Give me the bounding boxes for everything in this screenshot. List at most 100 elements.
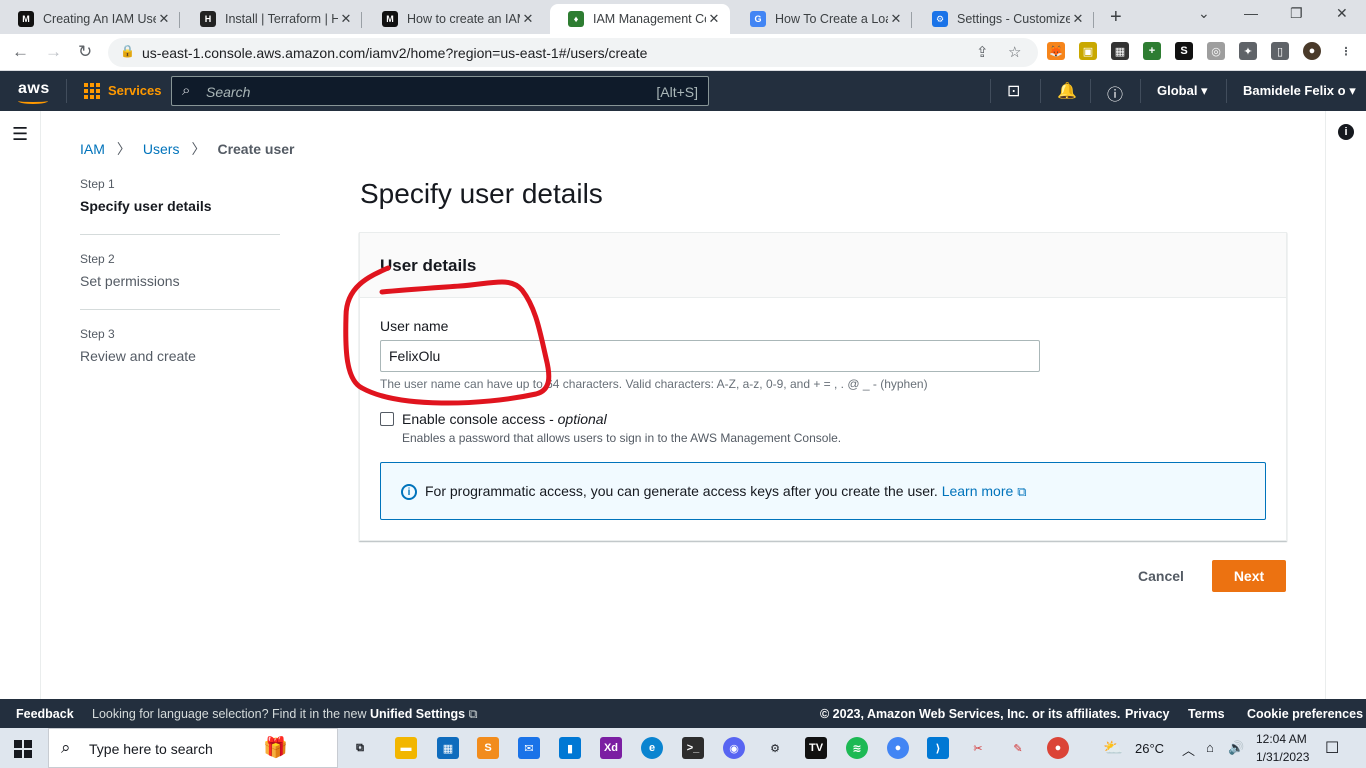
app-icon[interactable]: ▮ [559,737,581,759]
close-tab-icon[interactable]: ✕ [706,11,722,27]
close-window-icon[interactable]: ✕ [1336,5,1348,22]
username-label: User name [380,318,449,334]
programmatic-access-info-alert: i For programmatic access, you can gener… [380,462,1266,520]
extension-icon[interactable]: ◎ [1207,42,1225,60]
browser-tab[interactable]: H Install | Terraform | HashiCorp ✕ [182,4,362,34]
console-access-checkbox[interactable] [380,412,394,426]
windows-start-icon[interactable] [14,740,32,758]
chrome-profile-icon[interactable]: ● [1047,737,1069,759]
username-input[interactable] [380,340,1040,372]
edge-icon[interactable]: e [641,737,663,759]
clock-time[interactable]: 12:04 AM [1256,732,1307,746]
close-tab-icon[interactable]: ✕ [156,11,172,27]
cloudshell-icon[interactable]: ⊡ [1007,81,1020,101]
services-menu[interactable]: Services [108,83,162,98]
notification-center-icon[interactable]: ☐ [1325,738,1339,758]
terms-link[interactable]: Terms [1188,707,1225,721]
settings-gear-icon[interactable]: ⚙ [764,737,786,759]
learn-more-link[interactable]: Learn more [942,483,1014,499]
close-tab-icon[interactable]: ✕ [520,11,536,27]
cookie-preferences-link[interactable]: Cookie preferences [1247,707,1363,721]
plus-extension-icon[interactable]: + [1143,42,1161,60]
terminal-icon[interactable]: >_ [682,737,704,759]
s-extension-icon[interactable]: S [1175,42,1193,60]
google-favicon-icon: G [750,11,766,27]
browser-tab[interactable]: M Creating An IAM User ✕ [0,4,180,34]
share-icon[interactable]: ⇪ [976,43,989,61]
file-explorer-icon[interactable]: ▬ [395,737,417,759]
restore-icon[interactable]: ❐ [1290,5,1303,22]
store-icon[interactable]: ▦ [437,737,459,759]
search-placeholder: Search [206,84,251,100]
next-button[interactable]: Next [1212,560,1286,592]
taskbar-search[interactable]: ⌕ Type here to search 🎁 [48,728,338,768]
external-link-icon: ⧉ [468,707,478,721]
aws-logo[interactable]: aws [18,80,50,98]
reload-icon[interactable]: ↻ [78,42,92,62]
new-tab-button[interactable]: + [1110,6,1122,29]
notifications-bell-icon[interactable]: 🔔 [1057,81,1077,101]
step-label: Specify user details [80,198,212,214]
panel-heading: User details [380,256,477,275]
chrome-icon[interactable]: ● [887,737,909,759]
breadcrumb-users[interactable]: Users [143,141,180,157]
breadcrumb-iam[interactable]: IAM [80,141,105,157]
step-label: Review and create [80,348,196,364]
aws-logo-smile [18,98,48,104]
metamask-extension-icon[interactable]: 🦊 [1047,42,1065,60]
step-label: Set permissions [80,273,180,289]
search-shortcut-hint: [Alt+S] [656,84,698,100]
console-access-label[interactable]: Enable console access - optional [402,411,607,427]
address-bar[interactable]: 🔒 us-east-1.console.aws.amazon.com/iamv2… [108,38,1038,67]
xd-icon[interactable]: Xd [600,737,622,759]
extensions-puzzle-icon[interactable]: ✦ [1239,42,1257,60]
cancel-button[interactable]: Cancel [1122,560,1200,592]
forward-icon[interactable]: → [45,42,62,62]
clock-date[interactable]: 1/31/2023 [1256,750,1309,764]
privacy-link[interactable]: Privacy [1125,707,1169,721]
weather-temp[interactable]: 26°C [1135,741,1164,756]
paint-icon[interactable]: ✎ [1007,737,1029,759]
hamburger-menu-icon[interactable]: ☰ [12,124,28,145]
bookmark-star-icon[interactable]: ☆ [1008,43,1021,61]
step-number: Step 1 [80,177,115,191]
account-menu[interactable]: Bamidele Felix o ▾ [1243,83,1356,99]
minimize-icon[interactable]: — [1244,5,1258,21]
sublime-icon[interactable]: S [477,737,499,759]
tradingview-icon[interactable]: TV [805,737,827,759]
back-icon[interactable]: ← [12,42,29,62]
chrome-menu-icon[interactable]: ⋮ [1337,42,1355,60]
info-panel-icon[interactable]: i [1338,124,1354,140]
search-icon: ⌕ [182,82,191,99]
feedback-link[interactable]: Feedback [16,707,74,721]
close-tab-icon[interactable]: ✕ [338,11,354,27]
breadcrumb-create-user: Create user [217,141,295,157]
snipping-tool-icon[interactable]: ✂ [967,737,989,759]
browser-tab[interactable]: ⚙ Settings - Customize ✕ [914,4,1094,34]
tab-title: Install | Terraform | HashiCorp [225,12,338,26]
help-icon[interactable]: ⓘ [1107,81,1123,105]
tray-chevron-up-icon[interactable]: ︿ [1182,740,1195,759]
browser-tab-active[interactable]: ♦ IAM Management Console ✕ [550,4,730,34]
browser-tab[interactable]: M How to create an IAM ✕ [364,4,544,34]
aws-search-input[interactable]: ⌕ Search [Alt+S] [171,76,709,106]
tab-search-icon[interactable]: ⌄ [1198,5,1210,22]
side-panel-icon[interactable]: ▯ [1271,42,1289,60]
unified-settings-link[interactable]: Unified Settings [370,707,465,721]
mail-icon[interactable]: ✉ [518,737,540,759]
browser-tab-strip: M Creating An IAM User ✕ H Install | Ter… [0,0,1366,34]
volume-icon[interactable]: 🔊 [1228,740,1244,756]
vscode-icon[interactable]: ⟩ [927,737,949,759]
network-icon[interactable]: ⌂ [1206,740,1214,755]
browser-tab[interactable]: G How To Create a Load ✕ [732,4,912,34]
extension-icon[interactable]: ▦ [1111,42,1129,60]
spotify-icon[interactable]: ≋ [846,737,868,759]
task-view-icon[interactable]: ⧉ [349,737,371,759]
profile-avatar[interactable]: ● [1303,42,1321,60]
close-tab-icon[interactable]: ✕ [888,11,904,27]
extension-icon[interactable]: ▣ [1079,42,1097,60]
discord-icon[interactable]: ◉ [723,737,745,759]
close-tab-icon[interactable]: ✕ [1070,11,1086,27]
services-grid-icon[interactable] [84,83,100,99]
region-selector[interactable]: Global ▾ [1157,83,1208,99]
